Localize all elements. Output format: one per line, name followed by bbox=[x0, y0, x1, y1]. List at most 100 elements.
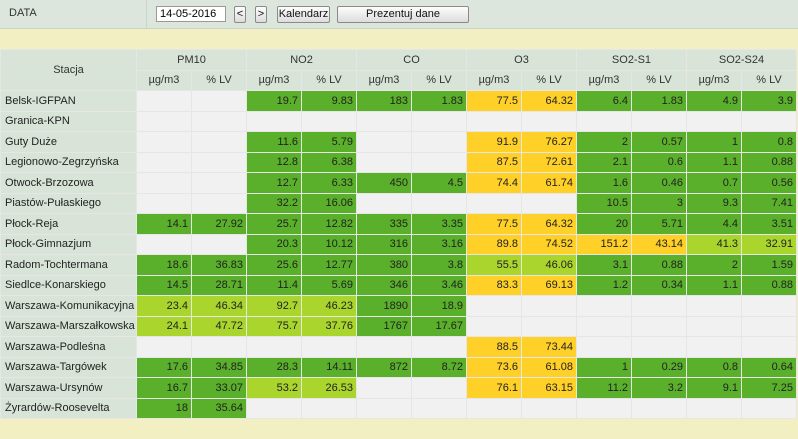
lv-header: % LV bbox=[191, 69, 247, 91]
station-name[interactable]: Belsk-IGFPAN bbox=[0, 90, 137, 112]
station-name[interactable]: Warszawa-Ursynów bbox=[0, 377, 137, 399]
concentration-cell bbox=[576, 295, 632, 317]
unit-header: µg/m3 bbox=[686, 69, 742, 91]
concentration-cell: 11.4 bbox=[246, 274, 302, 296]
pollutant-header-co: CO bbox=[356, 49, 467, 71]
station-name[interactable]: Warszawa-Komunikacyjna bbox=[0, 295, 137, 317]
present-data-button[interactable]: Prezentuj dane bbox=[337, 6, 469, 23]
lv-percent-cell: 61.74 bbox=[521, 172, 577, 194]
table-row: Legionowo-Zegrzyńska 12.8 6.38 87.5 72.61 2.1… bbox=[0, 151, 797, 173]
concentration-cell bbox=[686, 315, 742, 337]
lv-percent-cell bbox=[191, 110, 247, 132]
concentration-cell bbox=[576, 397, 632, 419]
unit-header: µg/m3 bbox=[576, 69, 632, 91]
concentration-cell bbox=[356, 192, 412, 214]
concentration-cell: 2 bbox=[576, 131, 632, 153]
lv-percent-cell: 8.72 bbox=[411, 356, 467, 378]
concentration-cell: 32.2 bbox=[246, 192, 302, 214]
previous-day-button[interactable]: < bbox=[234, 6, 246, 23]
lv-percent-cell: 33.07 bbox=[191, 377, 247, 399]
concentration-cell bbox=[136, 90, 192, 112]
concentration-cell bbox=[136, 131, 192, 153]
date-input[interactable] bbox=[156, 6, 226, 22]
concentration-cell bbox=[686, 336, 742, 358]
concentration-cell: 1767 bbox=[356, 315, 412, 337]
concentration-cell bbox=[466, 192, 522, 214]
lv-percent-cell bbox=[301, 110, 357, 132]
lv-percent-cell bbox=[521, 397, 577, 419]
station-name[interactable]: Legionowo-Zegrzyńska bbox=[0, 151, 137, 173]
lv-percent-cell bbox=[521, 295, 577, 317]
lv-percent-cell bbox=[191, 233, 247, 255]
lv-percent-cell: 64.32 bbox=[521, 90, 577, 112]
concentration-cell: 316 bbox=[356, 233, 412, 255]
station-name[interactable]: Płock-Reja bbox=[0, 213, 137, 235]
table-row: Warszawa-Podleśna 88.5 73.44 bbox=[0, 336, 797, 358]
concentration-cell bbox=[356, 151, 412, 173]
lv-percent-cell: 3.16 bbox=[411, 233, 467, 255]
station-name[interactable]: Warszawa-Marszałkowska bbox=[0, 315, 137, 337]
concentration-cell: 1.1 bbox=[686, 151, 742, 173]
lv-percent-cell bbox=[521, 192, 577, 214]
lv-percent-cell: 27.92 bbox=[191, 213, 247, 235]
lv-percent-cell: 0.8 bbox=[741, 131, 797, 153]
concentration-cell bbox=[246, 336, 302, 358]
next-day-button[interactable]: > bbox=[255, 6, 267, 23]
lv-percent-cell: 9.83 bbox=[301, 90, 357, 112]
concentration-cell: 18 bbox=[136, 397, 192, 419]
lv-header: % LV bbox=[411, 69, 467, 91]
concentration-cell: 77.5 bbox=[466, 90, 522, 112]
lv-percent-cell: 12.77 bbox=[301, 254, 357, 276]
station-name[interactable]: Żyrardów-Roosevelta bbox=[0, 397, 137, 419]
concentration-cell: 74.4 bbox=[466, 172, 522, 194]
lv-percent-cell: 3.2 bbox=[631, 377, 687, 399]
concentration-cell: 75.7 bbox=[246, 315, 302, 337]
station-name[interactable]: Radom-Tochtermana bbox=[0, 254, 137, 276]
station-name[interactable]: Piastów-Pułaskiego bbox=[0, 192, 137, 214]
lv-percent-cell: 3.35 bbox=[411, 213, 467, 235]
lv-percent-cell: 46.34 bbox=[191, 295, 247, 317]
lv-percent-cell: 72.61 bbox=[521, 151, 577, 173]
lv-percent-cell bbox=[631, 295, 687, 317]
table-row: Guty Duże 11.6 5.79 91.9 76.27 2 0.57 1 0.8 bbox=[0, 131, 797, 153]
concentration-cell: 77.5 bbox=[466, 213, 522, 235]
lv-percent-cell bbox=[191, 192, 247, 214]
lv-percent-cell: 0.57 bbox=[631, 131, 687, 153]
concentration-cell bbox=[356, 336, 412, 358]
unit-header: µg/m3 bbox=[356, 69, 412, 91]
table-row: Piastów-Pułaskiego 32.2 16.06 10.5 3 9.3 7.41 bbox=[0, 192, 797, 214]
concentration-cell: 14.1 bbox=[136, 213, 192, 235]
station-name[interactable]: Guty Duże bbox=[0, 131, 137, 153]
concentration-cell: 1.1 bbox=[686, 274, 742, 296]
concentration-cell: 151.2 bbox=[576, 233, 632, 255]
concentration-cell: 11.6 bbox=[246, 131, 302, 153]
concentration-cell: 3.1 bbox=[576, 254, 632, 276]
lv-percent-cell: 10.12 bbox=[301, 233, 357, 255]
table-row: Siedlce-Konarskiego 14.5 28.71 11.4 5.69 346 3… bbox=[0, 274, 797, 296]
station-name[interactable]: Warszawa-Targówek bbox=[0, 356, 137, 378]
station-name[interactable]: Warszawa-Podleśna bbox=[0, 336, 137, 358]
concentration-cell bbox=[136, 172, 192, 194]
unit-header: µg/m3 bbox=[136, 69, 192, 91]
lv-percent-cell bbox=[741, 397, 797, 419]
station-name[interactable]: Siedlce-Konarskiego bbox=[0, 274, 137, 296]
lv-percent-cell: 61.08 bbox=[521, 356, 577, 378]
lv-percent-cell bbox=[191, 151, 247, 173]
lv-percent-cell: 1.59 bbox=[741, 254, 797, 276]
station-name[interactable]: Granica-KPN bbox=[0, 110, 137, 132]
lv-percent-cell: 7.25 bbox=[741, 377, 797, 399]
concentration-cell: 53.2 bbox=[246, 377, 302, 399]
concentration-cell bbox=[356, 110, 412, 132]
concentration-cell: 10.5 bbox=[576, 192, 632, 214]
table-row: Warszawa-Targówek 17.6 34.85 28.3 14.11 872 8.… bbox=[0, 356, 797, 378]
calendar-button[interactable]: Kalendarz bbox=[277, 6, 330, 23]
lv-percent-cell: 74.52 bbox=[521, 233, 577, 255]
station-name[interactable]: Otwock-Brzozowa bbox=[0, 172, 137, 194]
lv-percent-cell bbox=[741, 295, 797, 317]
concentration-cell: 91.9 bbox=[466, 131, 522, 153]
station-name[interactable]: Płock-Gimnazjum bbox=[0, 233, 137, 255]
concentration-cell: 0.8 bbox=[686, 356, 742, 378]
concentration-cell: 24.1 bbox=[136, 315, 192, 337]
concentration-cell bbox=[136, 151, 192, 173]
concentration-cell: 450 bbox=[356, 172, 412, 194]
